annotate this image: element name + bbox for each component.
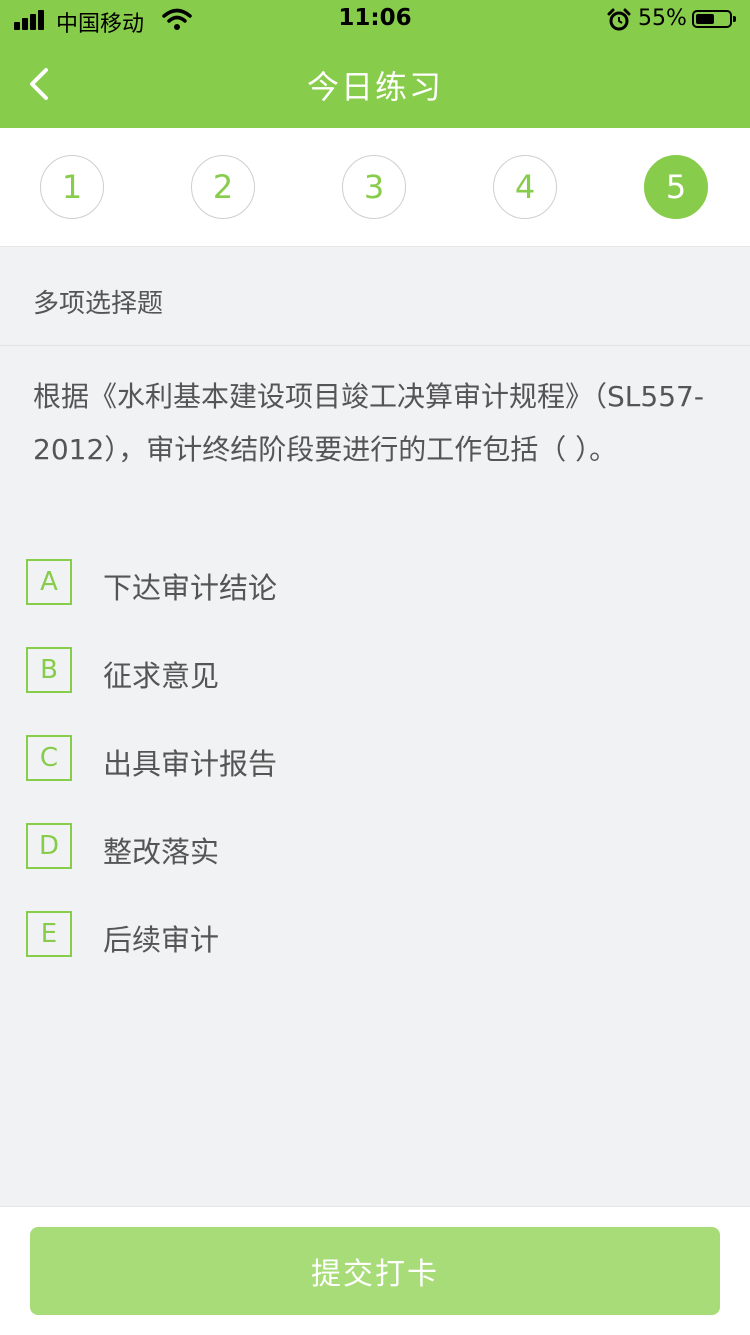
option-c[interactable]: C 出具审计报告	[26, 735, 726, 783]
question-type-header: 多项选择题	[0, 247, 750, 346]
submit-checkin-button[interactable]: 提交打卡	[30, 1227, 720, 1315]
option-key-box: B	[26, 647, 72, 693]
battery-icon	[692, 10, 736, 28]
question-text: 根据《水利基本建设项目竣工决算审计规程》（SL557-2012），审计终结阶段要…	[33, 380, 704, 466]
option-text: 下达审计结论	[103, 571, 278, 605]
option-d[interactable]: D 整改落实	[26, 823, 726, 871]
page-title: 今日练习	[306, 68, 443, 106]
alarm-icon	[607, 8, 631, 31]
option-b[interactable]: B 征求意见	[26, 647, 726, 695]
bottom-bar: 提交打卡	[0, 1206, 750, 1335]
status-bar: 中国移动 11:06 55%	[0, 0, 750, 40]
nav-bar: 今日练习	[0, 40, 750, 128]
question-number-5[interactable]: 5	[644, 155, 708, 219]
battery-percent: 55%	[638, 6, 687, 31]
option-text: 出具审计报告	[103, 747, 278, 781]
question-number-3[interactable]: 3	[342, 155, 406, 219]
option-text: 整改落实	[103, 835, 220, 869]
top-bar: 中国移动 11:06 55% 今日练习	[0, 0, 750, 128]
option-key-box: C	[26, 735, 72, 781]
question-number-2[interactable]: 2	[191, 155, 255, 219]
option-a[interactable]: A 下达审计结论	[26, 559, 726, 607]
option-e[interactable]: E 后续审计	[26, 911, 726, 959]
option-text: 征求意见	[103, 659, 220, 693]
question-number-strip: 1 2 3 4 5	[0, 128, 750, 247]
option-key-box: D	[26, 823, 72, 869]
question-number-1[interactable]: 1	[40, 155, 104, 219]
question-type-label: 多项选择题	[33, 289, 164, 319]
option-text: 后续审计	[103, 923, 220, 957]
option-key-box: A	[26, 559, 72, 605]
question-number-4[interactable]: 4	[493, 155, 557, 219]
option-key-box: E	[26, 911, 72, 957]
